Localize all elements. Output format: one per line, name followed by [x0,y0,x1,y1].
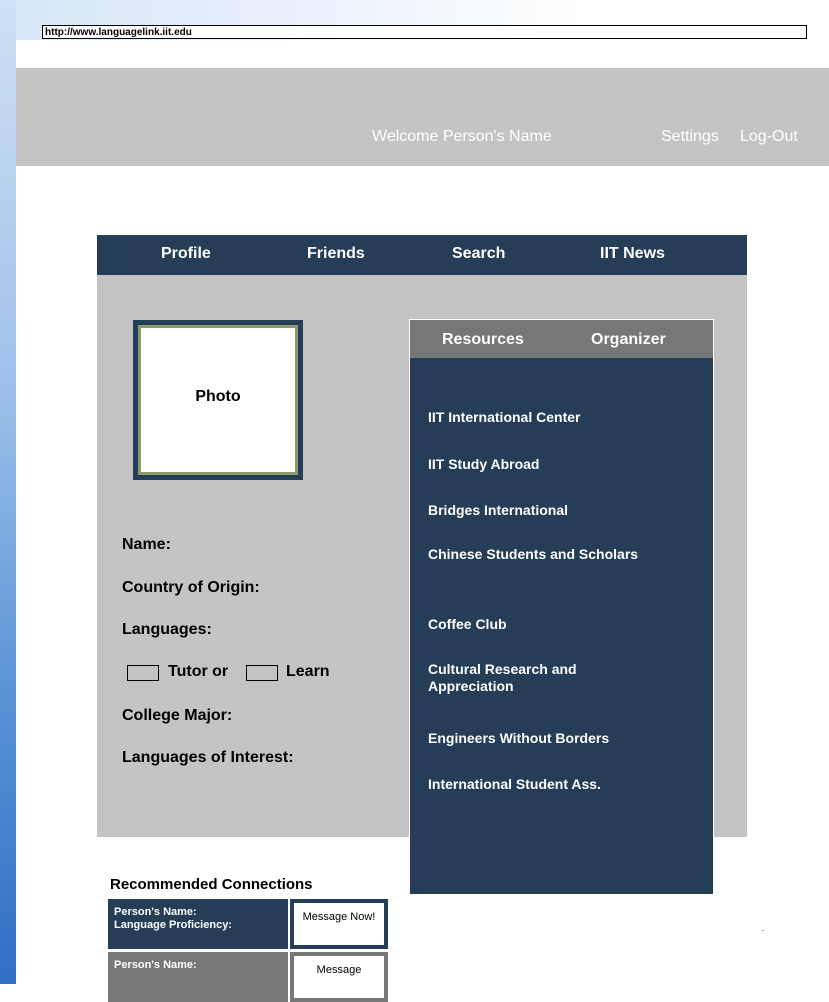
decorative-swoosh [0,0,16,984]
nav-item-search[interactable]: Search [452,245,505,263]
connection-name: Person's Name: [114,959,197,971]
photo-placeholder: Photo [138,325,298,475]
connection-name: Person's Name: [114,906,197,918]
photo-label: Photo [195,388,241,405]
resource-link[interactable]: Engineers Without Borders [428,730,609,747]
settings-link[interactable]: Settings [661,128,719,146]
nav-item-iit-news[interactable]: IIT News [600,245,665,263]
resource-link[interactable]: International Student Ass. [428,776,601,793]
recommended-title: Recommended Connections [110,876,313,893]
resource-link[interactable]: IIT International Center [428,409,580,426]
tab-resources[interactable]: Resources [442,331,524,349]
decorative-dot [762,930,764,931]
message-button[interactable]: Message Now! [290,899,388,949]
connection-row: Person's Name: Language Proficiency: [108,899,288,949]
message-button[interactable]: Message [290,952,388,1002]
nav-item-friends[interactable]: Friends [307,245,365,263]
resources-tabs: Resources Organizer [410,320,713,358]
tutor-checkbox[interactable] [127,665,159,681]
nav-item-profile[interactable]: Profile [161,245,211,263]
welcome-message: Welcome Person's Name [372,128,552,145]
tutor-label: Tutor or [168,663,229,680]
address-bar[interactable]: http://www.languagelink.iit.edu [42,25,807,39]
learn-checkbox[interactable] [246,665,278,681]
name-label: Name: [122,536,171,553]
site-header: Welcome Person's Name Settings Log-Out [16,68,829,166]
languages-label: Languages: [122,621,212,638]
resource-link[interactable]: Bridges International [428,502,568,519]
resource-link[interactable]: Cultural Research and Appreciation [428,661,658,695]
main-nav: Profile Friends Search IIT News [97,235,747,275]
learn-label: Learn [286,663,330,680]
resource-link[interactable]: IIT Study Abroad [428,456,539,473]
resources-panel: Resources Organizer IIT International Ce… [409,319,714,895]
logout-link[interactable]: Log-Out [740,128,798,146]
tab-organizer[interactable]: Organizer [591,331,666,349]
country-label: Country of Origin: [122,579,260,596]
major-label: College Major: [122,707,233,724]
profile-photo[interactable]: Photo [133,320,303,480]
resource-link[interactable]: Chinese Students and Scholars [428,546,658,563]
connection-row: Person's Name: [108,952,288,1002]
interest-label: Languages of Interest: [122,749,294,766]
connection-proficiency: Language Proficiency: [114,919,232,931]
resource-link[interactable]: Coffee Club [428,616,507,633]
